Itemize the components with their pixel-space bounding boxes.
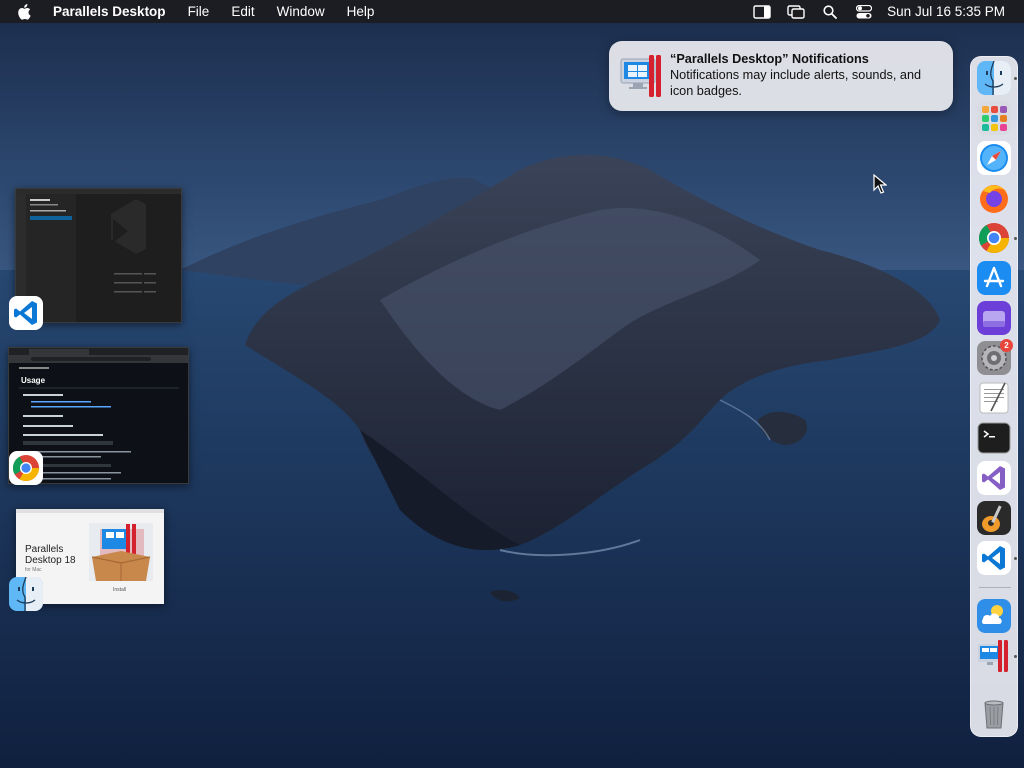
screen-mirroring-icon[interactable] xyxy=(785,3,807,21)
menu-help[interactable]: Help xyxy=(347,4,375,19)
spotlight-search-icon[interactable] xyxy=(819,3,841,21)
parallels-subtitle: for Mac xyxy=(25,567,42,573)
running-indicator xyxy=(1014,655,1017,658)
launchpad-icon[interactable] xyxy=(977,101,1011,135)
install-box-label: Install xyxy=(113,587,127,593)
menu-app-name[interactable]: Parallels Desktop xyxy=(53,4,166,19)
menu-file[interactable]: File xyxy=(188,4,210,19)
apple-menu-icon[interactable] xyxy=(17,3,39,20)
menu-window[interactable]: Window xyxy=(277,4,325,19)
garageband-icon[interactable] xyxy=(977,501,1011,535)
menu-edit[interactable]: Edit xyxy=(231,4,254,19)
notification-body: Notifications may include alerts, sounds… xyxy=(670,68,922,98)
app-store-icon[interactable] xyxy=(977,261,1011,295)
running-indicator xyxy=(1014,237,1017,240)
textedit-icon[interactable] xyxy=(977,381,1011,415)
visual-studio-icon[interactable] xyxy=(977,461,1011,495)
install-box-icon xyxy=(89,523,153,581)
terminal-icon[interactable] xyxy=(977,421,1011,455)
safari-icon[interactable] xyxy=(977,141,1011,175)
dock: 2 xyxy=(970,56,1018,737)
menu-bar: Parallels Desktop File Edit Window Help … xyxy=(0,0,1024,23)
notification-content: “Parallels Desktop” Notifications Notifi… xyxy=(670,51,945,99)
control-center-icon[interactable] xyxy=(853,3,875,21)
vscode-icon[interactable] xyxy=(977,541,1011,575)
finder-icon xyxy=(9,576,43,611)
notification-badge: 2 xyxy=(1000,339,1013,352)
firefox-icon[interactable] xyxy=(977,181,1011,215)
dock-separator xyxy=(979,587,1011,588)
sidebar-icon[interactable] xyxy=(751,3,773,21)
mouse-cursor-icon xyxy=(873,174,887,194)
weather-icon[interactable] xyxy=(977,599,1011,633)
parallels-title-line1: Parallels xyxy=(25,544,64,555)
running-indicator xyxy=(1014,557,1017,560)
parallels-icon xyxy=(619,53,671,99)
notification-banner[interactable]: “Parallels Desktop” Notifications Notifi… xyxy=(609,41,953,111)
chrome-page-heading: Usage xyxy=(21,376,46,385)
parallels-icon[interactable] xyxy=(977,639,1011,673)
finder-icon[interactable] xyxy=(977,61,1011,95)
trash-icon[interactable] xyxy=(977,697,1011,731)
vscode-icon xyxy=(9,296,43,330)
disk-utility-icon[interactable] xyxy=(977,301,1011,335)
parallels-title-line2: Desktop 18 xyxy=(25,555,76,566)
notification-title: “Parallels Desktop” Notifications xyxy=(670,52,869,66)
running-indicator xyxy=(1014,77,1017,80)
menu-clock[interactable]: Sun Jul 16 5:35 PM xyxy=(887,4,1005,19)
chrome-icon[interactable] xyxy=(977,221,1011,255)
chrome-icon xyxy=(9,451,43,485)
